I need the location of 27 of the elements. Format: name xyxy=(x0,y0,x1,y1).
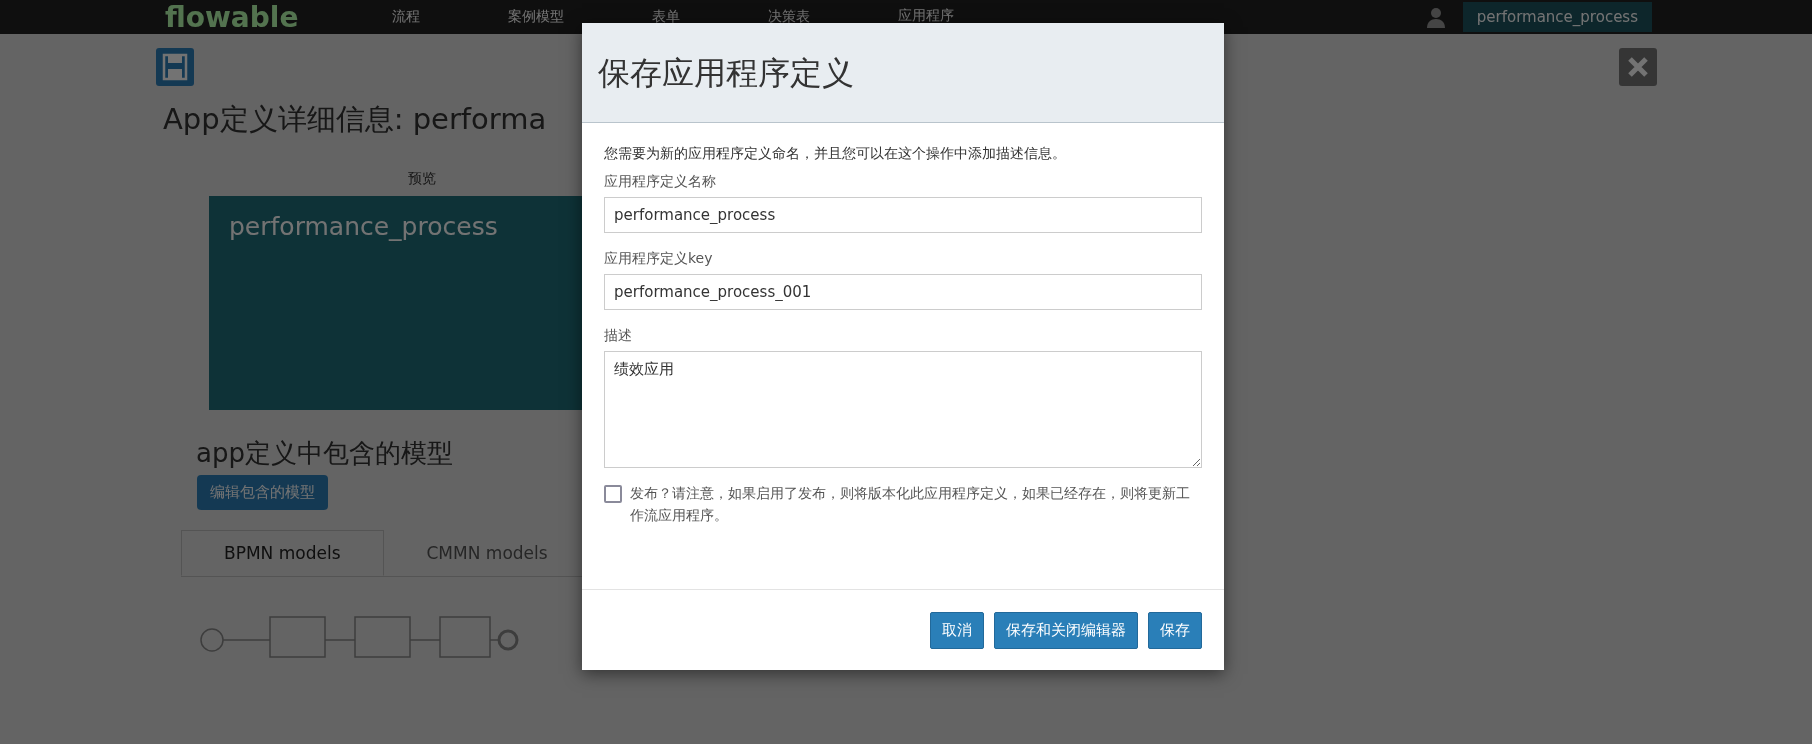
field-label: 应用程序定义名称 xyxy=(604,173,717,191)
dialog-title: 保存应用程序定义 xyxy=(598,52,854,94)
preview-label: 预览 xyxy=(408,170,436,188)
save-icon[interactable] xyxy=(156,48,194,86)
input-field[interactable]: performance_process_001 xyxy=(604,274,1202,310)
input-field[interactable]: performance_process xyxy=(604,197,1202,233)
models-tab[interactable]: BPMN models xyxy=(181,530,384,576)
intro-text: 您需要为新的应用程序定义命名，并且您可以在这个操作中添加描述信息。 xyxy=(604,145,1067,163)
nav-item[interactable]: 流程 xyxy=(388,0,425,34)
dialog-button[interactable]: 保存和关闭编辑器 xyxy=(994,611,1138,649)
model-name-label: performance_process xyxy=(1462,2,1652,32)
nav-item[interactable]: 案例模型 xyxy=(504,0,569,34)
models-heading: app定义中包含的模型 xyxy=(196,437,454,470)
edit-models-button[interactable]: 编辑包含的模型 xyxy=(197,475,328,510)
models-tab[interactable]: CMMN models xyxy=(383,530,591,576)
publish-checkbox[interactable] xyxy=(604,485,622,503)
flowable-logo: flowable xyxy=(165,0,299,34)
card-title: performance_process xyxy=(229,212,498,241)
publish-label: 发布？请注意，如果启用了发布，则将版本化此应用程序定义，如果已经存在，则将更新工作流应用程序。 xyxy=(630,484,1191,525)
description-field[interactable]: 绩效应用 xyxy=(604,351,1202,468)
user-icon xyxy=(1424,6,1447,28)
page-title: App定义详细信息: performa xyxy=(163,101,548,138)
field-label: 描述 xyxy=(604,327,633,345)
dialog-button[interactable]: 保存 xyxy=(1148,611,1202,649)
close-icon[interactable] xyxy=(1619,48,1657,86)
field-label: 应用程序定义key xyxy=(604,250,714,268)
dialog-button[interactable]: 取消 xyxy=(930,611,984,649)
